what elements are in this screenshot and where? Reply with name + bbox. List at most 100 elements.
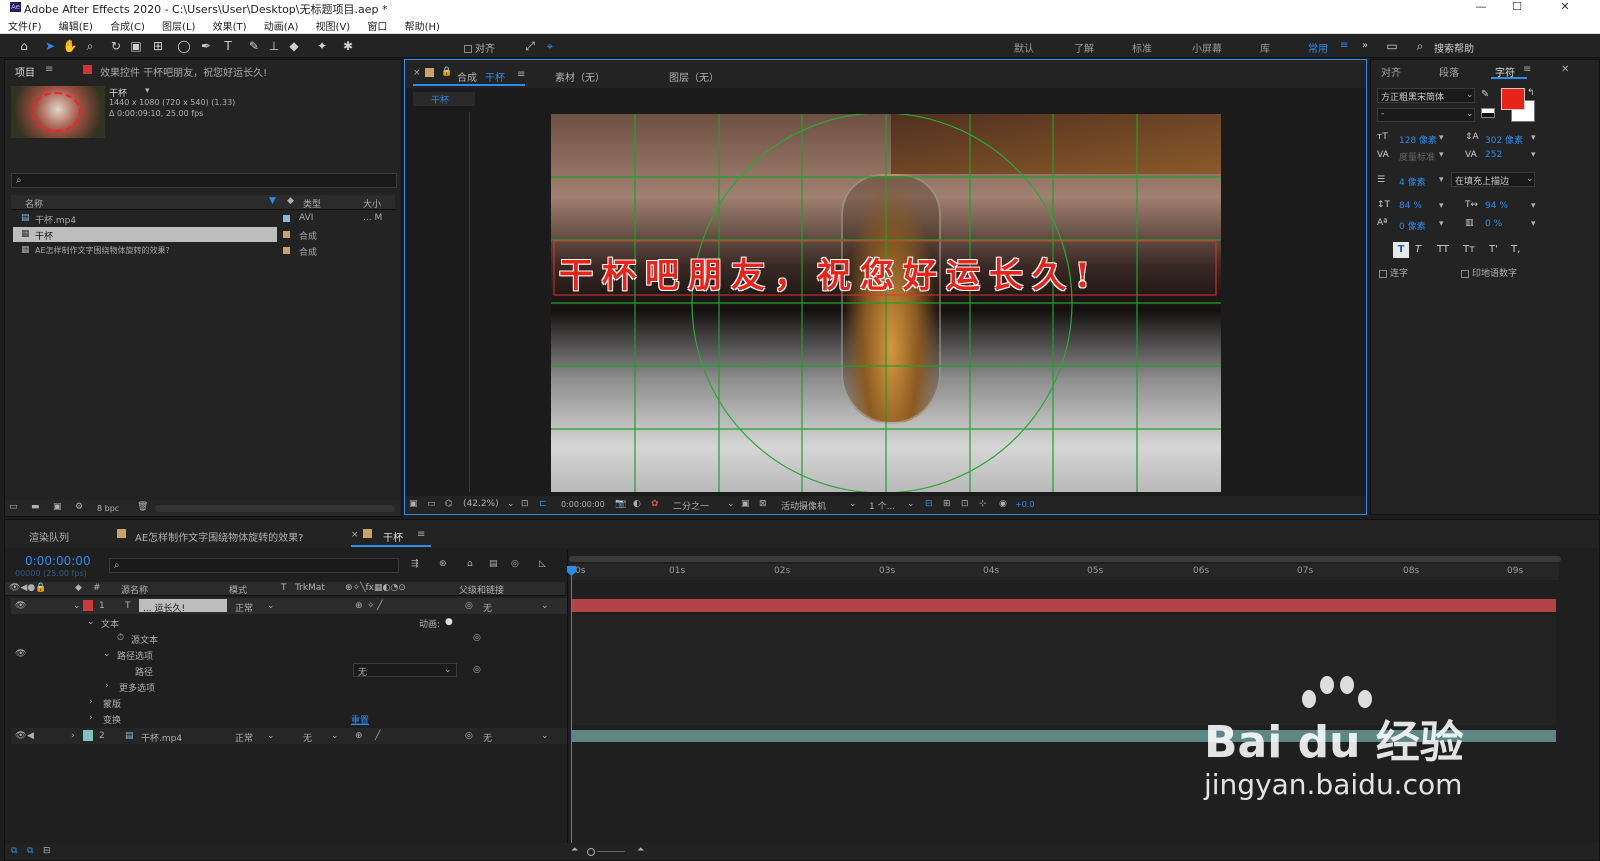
layer-name[interactable]: ... 运长久! [143, 601, 185, 614]
twirl-right-icon[interactable]: › [71, 731, 75, 741]
toggle-pixel-aspect-icon[interactable]: ⊟ [925, 499, 933, 509]
list-item-selected[interactable]: ▦ 干杯 合成 [13, 227, 393, 242]
workspace-menu-icon[interactable]: ≡ [1340, 40, 1348, 51]
reset-link[interactable]: 重置 [351, 713, 369, 726]
lock-icon[interactable]: 🔒 [441, 67, 452, 77]
col-trkmat[interactable]: TrkMat [295, 583, 325, 593]
horizontal-scale-value[interactable]: 94 % [1485, 201, 1508, 211]
small-caps-button[interactable]: Tт [1463, 244, 1475, 255]
zoom-tool-icon[interactable]: ⌕ [82, 39, 98, 53]
menu-layer[interactable]: 图层(L) [154, 15, 201, 33]
region-icon[interactable]: ⊏ [539, 499, 547, 509]
minimize-button[interactable]: — [1464, 0, 1498, 15]
project-settings-icon[interactable]: ⚙ [75, 502, 83, 512]
comp-mini-flowchart-icon[interactable]: ⇶ [411, 559, 419, 569]
baseline-shift-value[interactable]: 0 像素 [1399, 219, 1426, 232]
layer-name[interactable]: 干杯.mp4 [141, 731, 182, 744]
search-help-input[interactable]: 搜索帮助 [1434, 40, 1474, 55]
toggle-switches-icon[interactable]: ⧉ [11, 846, 17, 856]
home-icon[interactable]: ⌂ [16, 39, 32, 53]
stroke-mode-select[interactable]: 在填充上描边 ⌄ [1451, 172, 1535, 187]
quality-switch-icon[interactable]: ✧ [367, 601, 375, 611]
rotate-tool-icon[interactable]: ↻ [108, 39, 124, 53]
menu-view[interactable]: 视图(V) [308, 15, 357, 33]
pane-divider[interactable] [567, 550, 568, 860]
tab-effect-controls[interactable]: 效果控件 干杯吧朋友，祝您好运长久! [100, 64, 267, 79]
property-row[interactable]: › 变换 重置 [11, 710, 567, 726]
tab-comp-name[interactable]: 干杯 [485, 69, 505, 84]
pickwhip-icon[interactable]: ◎ [473, 665, 481, 675]
current-timecode[interactable]: 0:00:00:00 [25, 554, 91, 568]
audio-icon[interactable]: ◀ [27, 731, 34, 741]
workspace-common[interactable]: 常用 [1308, 40, 1328, 55]
comp-tab-menu-icon[interactable]: ≡ [517, 69, 525, 80]
transparency-grid-icon[interactable]: ⊠ [759, 499, 767, 509]
tab-project[interactable]: 项目 [15, 64, 35, 79]
col-size[interactable]: 大小 [363, 197, 381, 210]
playhead[interactable] [571, 566, 572, 856]
ellipse-tool-icon[interactable]: ◯ [176, 39, 192, 53]
ligatures-checkbox[interactable]: 连字 [1379, 266, 1408, 279]
col-t[interactable]: T [281, 583, 287, 593]
render-time-icon[interactable]: ⊟ [43, 846, 51, 856]
menu-edit[interactable]: 编辑(E) [51, 15, 99, 33]
col-type[interactable]: 类型 [303, 197, 321, 210]
menu-animation[interactable]: 动画(A) [256, 15, 305, 33]
workspace-learn[interactable]: 了解 [1074, 40, 1094, 55]
tracking-value[interactable]: 252 [1485, 150, 1502, 160]
property-row[interactable]: ⌄ 文本 动画: ● [11, 614, 567, 630]
sync-settings-icon[interactable]: ▭ [1384, 39, 1400, 53]
overlay-text-layer[interactable]: 干杯吧朋友，祝您好运长久! [559, 248, 1219, 297]
eye-icon[interactable]: 👁 [15, 649, 26, 659]
time-ruler[interactable]: 0s 01s 02s 03s 04s 05s 06s 07s 08s 09s [569, 564, 1559, 580]
exposure-value[interactable]: +0.0 [1015, 500, 1034, 509]
leading-value[interactable]: 302 像素 [1485, 133, 1523, 146]
hand-tool-icon[interactable]: ✋ [62, 39, 78, 53]
eye-icon[interactable]: 👁 [15, 731, 26, 741]
tab-comp-ganbei[interactable]: 干杯 [383, 529, 403, 544]
new-folder-icon[interactable]: ▬ [31, 502, 40, 512]
col-parent-link[interactable]: 父级和链接 [459, 583, 504, 596]
menu-effect[interactable]: 效果(T) [205, 15, 253, 33]
collapse-switch-icon[interactable]: ⊕ [355, 601, 363, 611]
no-fill-icon[interactable] [1481, 108, 1495, 118]
timeline-icon[interactable]: ⊡ [961, 499, 969, 509]
workspace-library[interactable]: 库 [1260, 40, 1270, 55]
trkmat-value[interactable]: 无 [303, 731, 312, 744]
twirl-down-icon[interactable]: ⌄ [103, 649, 111, 659]
viewer-timecode[interactable]: 0:00:00:00 [561, 500, 605, 509]
label-column-icon[interactable]: ◆ [287, 196, 294, 206]
snapshot-icon[interactable]: 📷 [615, 499, 626, 509]
pen-tool-icon[interactable]: ✒ [198, 39, 214, 53]
twirl-right-icon[interactable]: › [89, 697, 93, 707]
close-tab-icon[interactable]: × [351, 530, 359, 540]
workspace-default[interactable]: 默认 [1014, 40, 1034, 55]
selection-tool-icon[interactable]: ➤ [42, 39, 58, 53]
close-button[interactable]: ✕ [1548, 0, 1582, 15]
workspace-overflow-icon[interactable]: » [1362, 40, 1368, 51]
graph-editor-icon[interactable]: ◺ [539, 559, 546, 569]
maximize-button[interactable]: ☐ [1500, 0, 1534, 15]
eyedropper-icon[interactable]: ✎ [1481, 89, 1489, 100]
show-snapshot-icon[interactable]: ◐ [633, 499, 641, 509]
panel-menu-icon[interactable]: ≡ [1523, 64, 1531, 75]
animate-menu-icon[interactable]: ● [445, 617, 453, 627]
camera-dropdown[interactable]: 活动摄像机 [781, 499, 826, 512]
bit-depth-button[interactable]: 8 bpc [97, 504, 119, 513]
col-mode[interactable]: 模式 [229, 583, 247, 596]
timeline-menu-icon[interactable]: ≡ [417, 529, 425, 540]
menu-window[interactable]: 窗口 [359, 15, 393, 33]
motion-blur-icon[interactable]: ◎ [511, 559, 519, 569]
property-row[interactable]: 路径 无 ⌄ ◎ [11, 662, 567, 678]
zoom-out-icon[interactable]: ⏶ [571, 845, 578, 855]
menu-file[interactable]: 文件(F) [0, 15, 48, 33]
pickwhip-icon[interactable]: ◎ [473, 633, 481, 643]
roto-brush-tool-icon[interactable]: ✦ [314, 39, 330, 53]
new-comp-icon[interactable]: ▣ [53, 502, 62, 512]
shy-layers-icon[interactable]: ⌂ [467, 559, 473, 569]
stopwatch-icon[interactable]: ⏱ [117, 633, 124, 643]
parent-value[interactable]: 无 [483, 731, 492, 744]
layer-label-color[interactable] [83, 730, 93, 741]
layer-1-duration-bar[interactable] [571, 599, 1556, 612]
tab-paragraph[interactable]: 段落 [1439, 64, 1459, 79]
